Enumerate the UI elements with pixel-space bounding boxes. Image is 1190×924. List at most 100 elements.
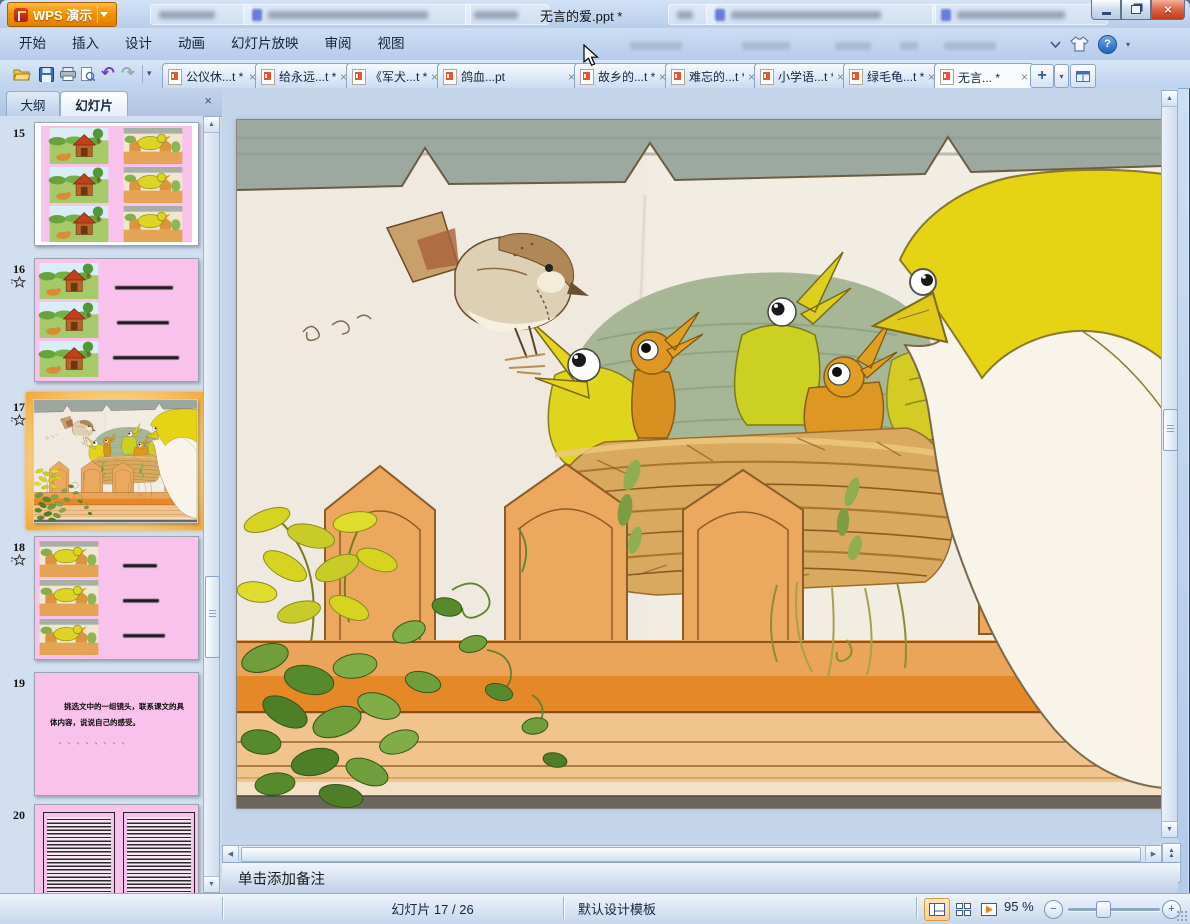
resize-grip[interactable] bbox=[1176, 910, 1187, 921]
menu-design[interactable]: 设计 bbox=[112, 28, 165, 60]
sidebar-scrollbar-thumb[interactable] bbox=[205, 576, 220, 658]
design-template-name[interactable]: 默认设计模板 bbox=[578, 899, 656, 918]
blurred-window-tab[interactable] bbox=[465, 4, 549, 25]
tab-close-icon[interactable]: × bbox=[1021, 71, 1028, 83]
doc-tab-6[interactable]: 难忘的...t * × bbox=[665, 63, 761, 89]
help-dropdown-icon[interactable]: ▾ bbox=[1126, 40, 1130, 49]
toolbar-more-dropdown[interactable]: ▾ bbox=[147, 68, 152, 79]
slide-20-text-block bbox=[43, 812, 115, 893]
vertical-scrollbar[interactable]: ▲ ▼ bbox=[1161, 90, 1178, 838]
print-button[interactable] bbox=[58, 64, 78, 84]
slide-panel: 大纲 幻灯片 × 15 16 17 18 19 挑选文中的一组镜头，联系课文的具… bbox=[0, 88, 222, 893]
slide-position-indicator: 幻灯片 17 / 26 bbox=[391, 902, 474, 917]
slide-thumbnail-15[interactable] bbox=[34, 122, 199, 246]
menu-home[interactable]: 开始 bbox=[6, 28, 59, 60]
slide-image-bird-nest-painting[interactable] bbox=[236, 119, 1164, 809]
menu-view[interactable]: 视图 bbox=[365, 28, 418, 60]
arrange-windows-icon bbox=[1076, 70, 1090, 82]
ppt-file-icon bbox=[168, 68, 182, 85]
notes-pane[interactable]: 单击添加备注 bbox=[222, 862, 1178, 893]
zoom-slider-track[interactable] bbox=[1068, 908, 1160, 911]
undo-button[interactable]: ↶ bbox=[98, 64, 118, 84]
tab-slides[interactable]: 幻灯片 bbox=[60, 91, 128, 116]
blurred-menu-item bbox=[944, 42, 996, 50]
ppt-file-icon bbox=[261, 68, 275, 85]
document-icon bbox=[252, 8, 262, 21]
printer-icon bbox=[60, 67, 76, 81]
help-icon[interactable]: ? bbox=[1097, 34, 1117, 54]
slide-number: 17 bbox=[13, 400, 25, 414]
scroll-up-button[interactable]: ▲ bbox=[204, 117, 219, 133]
zoom-out-button[interactable]: − bbox=[1044, 900, 1063, 919]
wps-logo-icon bbox=[14, 7, 28, 22]
collapse-ribbon-icon[interactable] bbox=[1050, 40, 1061, 48]
scroll-right-button[interactable]: ▶ bbox=[1145, 846, 1161, 861]
skin-shirt-icon[interactable] bbox=[1070, 36, 1089, 52]
slide-thumbnail-18[interactable] bbox=[34, 536, 199, 660]
save-button[interactable] bbox=[36, 64, 56, 84]
blurred-window-tab[interactable] bbox=[706, 4, 936, 25]
blurred-menu-item bbox=[630, 42, 682, 50]
minimize-button[interactable] bbox=[1091, 0, 1121, 20]
menu-review[interactable]: 审阅 bbox=[312, 28, 365, 60]
menu-animation[interactable]: 动画 bbox=[165, 28, 218, 60]
doc-tab-1[interactable]: 公仪休...t * × bbox=[162, 63, 262, 89]
document-icon bbox=[941, 8, 951, 21]
slide-sorter-view-button[interactable] bbox=[950, 898, 976, 921]
slide-thumbnail-list: 15 16 17 18 19 挑选文中的一组镜头，联系课文的具体内容，说说自己的… bbox=[0, 116, 203, 893]
ppt-file-icon bbox=[671, 68, 685, 85]
doc-tab-5[interactable]: 故乡的...t * × bbox=[574, 63, 672, 89]
restore-icon bbox=[1131, 5, 1141, 14]
zoom-level-label: 95 % bbox=[1004, 899, 1034, 914]
normal-view-button[interactable] bbox=[924, 898, 950, 921]
slide-thumbnail-17-selected[interactable] bbox=[33, 399, 198, 523]
doc-tab-7[interactable]: 小学语...t * × bbox=[754, 63, 850, 89]
document-icon bbox=[715, 8, 725, 21]
blurred-window-tab[interactable] bbox=[932, 4, 1108, 25]
arrange-windows-button[interactable] bbox=[1070, 64, 1096, 88]
wps-app-button[interactable]: WPS 演示 bbox=[7, 2, 118, 27]
slide-editing-area[interactable]: ▲ ▼ bbox=[222, 88, 1178, 845]
menu-bar: 开始 插入 设计 动画 幻灯片放映 审阅 视图 bbox=[0, 28, 1190, 60]
ppt-file-icon bbox=[580, 68, 594, 85]
scroll-left-button[interactable]: ◀ bbox=[223, 846, 239, 861]
menu-slideshow[interactable]: 幻灯片放映 bbox=[218, 28, 312, 60]
menu-insert[interactable]: 插入 bbox=[59, 28, 112, 60]
close-button[interactable]: × bbox=[1151, 0, 1185, 20]
slideshow-play-button[interactable] bbox=[976, 898, 1002, 921]
sidebar-scrollbar[interactable]: ▲ ▼ bbox=[203, 116, 220, 893]
zoom-slider-thumb[interactable] bbox=[1096, 901, 1111, 918]
doc-tab-8[interactable]: 绿毛龟...t * × bbox=[843, 63, 941, 89]
chevron-down-icon[interactable] bbox=[97, 6, 110, 23]
tab-outline[interactable]: 大纲 bbox=[6, 91, 60, 116]
slide-thumbnail-19[interactable]: 挑选文中的一组镜头，联系课文的具体内容，说说自己的感受。 丶丶丶丶丶丶丶丶 bbox=[34, 672, 199, 796]
new-tab-dropdown[interactable]: ▾ bbox=[1054, 64, 1069, 88]
blurred-window-tab[interactable] bbox=[243, 4, 471, 25]
panel-close-icon[interactable]: × bbox=[204, 94, 212, 107]
slide-thumbnail-16[interactable] bbox=[34, 258, 199, 382]
blurred-window-tab[interactable] bbox=[150, 4, 252, 25]
open-file-button[interactable] bbox=[12, 64, 32, 84]
redo-button[interactable]: ↷ bbox=[118, 64, 138, 84]
animation-star-icon bbox=[11, 414, 26, 426]
new-tab-button[interactable]: + bbox=[1030, 64, 1054, 88]
print-preview-button[interactable] bbox=[78, 64, 98, 84]
horizontal-scrollbar-thumb[interactable] bbox=[241, 847, 1141, 862]
vertical-scrollbar-thumb[interactable] bbox=[1163, 409, 1178, 451]
previous-slide-button[interactable]: ▲ ▲ bbox=[1162, 843, 1181, 864]
slide-number: 15 bbox=[13, 126, 25, 140]
folder-open-icon bbox=[13, 69, 31, 81]
doc-tab-2[interactable]: 给永远...t * × bbox=[255, 63, 353, 89]
doc-tab-3[interactable]: 《军犬...t * × bbox=[346, 63, 444, 89]
selected-slide-highlight bbox=[26, 392, 203, 530]
scroll-down-button[interactable]: ▼ bbox=[204, 876, 219, 892]
title-bar: WPS 演示 无言的爱.ppt * × bbox=[0, 0, 1190, 28]
scroll-up-button[interactable]: ▲ bbox=[1162, 91, 1177, 107]
ppt-file-icon bbox=[760, 68, 774, 85]
animation-star-icon bbox=[11, 276, 26, 288]
restore-button[interactable] bbox=[1121, 0, 1151, 20]
scroll-down-button[interactable]: ▼ bbox=[1162, 821, 1177, 837]
doc-tab-active[interactable]: 无言... * × bbox=[934, 63, 1034, 91]
slide-thumbnail-20[interactable] bbox=[34, 804, 199, 893]
doc-tab-4[interactable]: 鸽血...pt × bbox=[437, 63, 581, 89]
